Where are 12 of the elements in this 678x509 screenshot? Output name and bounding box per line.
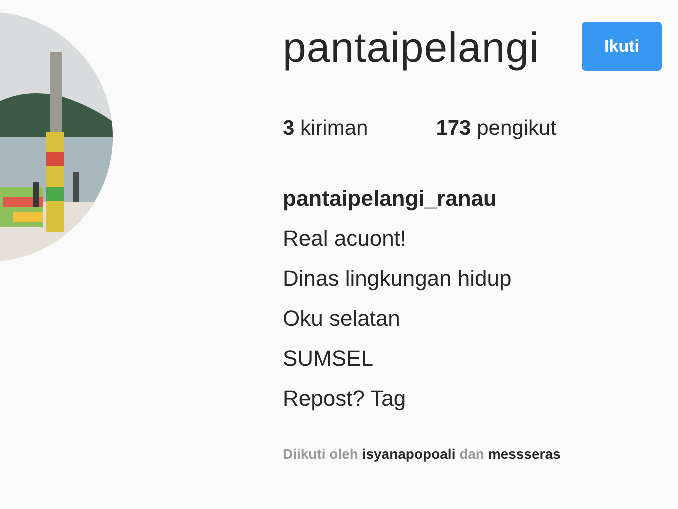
username: pantaipelangi	[283, 23, 540, 73]
bio-line: Repost? Tag	[283, 386, 408, 412]
bio-line: Dinas lingkungan hidup	[283, 266, 513, 292]
stat-text: 3 kiriman	[283, 116, 368, 142]
user-link[interactable]: isyanapopoali	[362, 446, 456, 462]
stat-text: 173 pengikut	[436, 116, 556, 142]
user-link[interactable]: messseras	[488, 446, 561, 462]
bio-line: Real acuont!	[283, 226, 408, 252]
bio-line: SUMSEL	[283, 346, 374, 372]
bio-line: Oku selatan	[283, 306, 402, 332]
followed-by-text: Diikuti oleh isyanapopoali dan messseras	[283, 446, 562, 462]
full-name: pantaipelangi_ranau	[283, 186, 498, 212]
